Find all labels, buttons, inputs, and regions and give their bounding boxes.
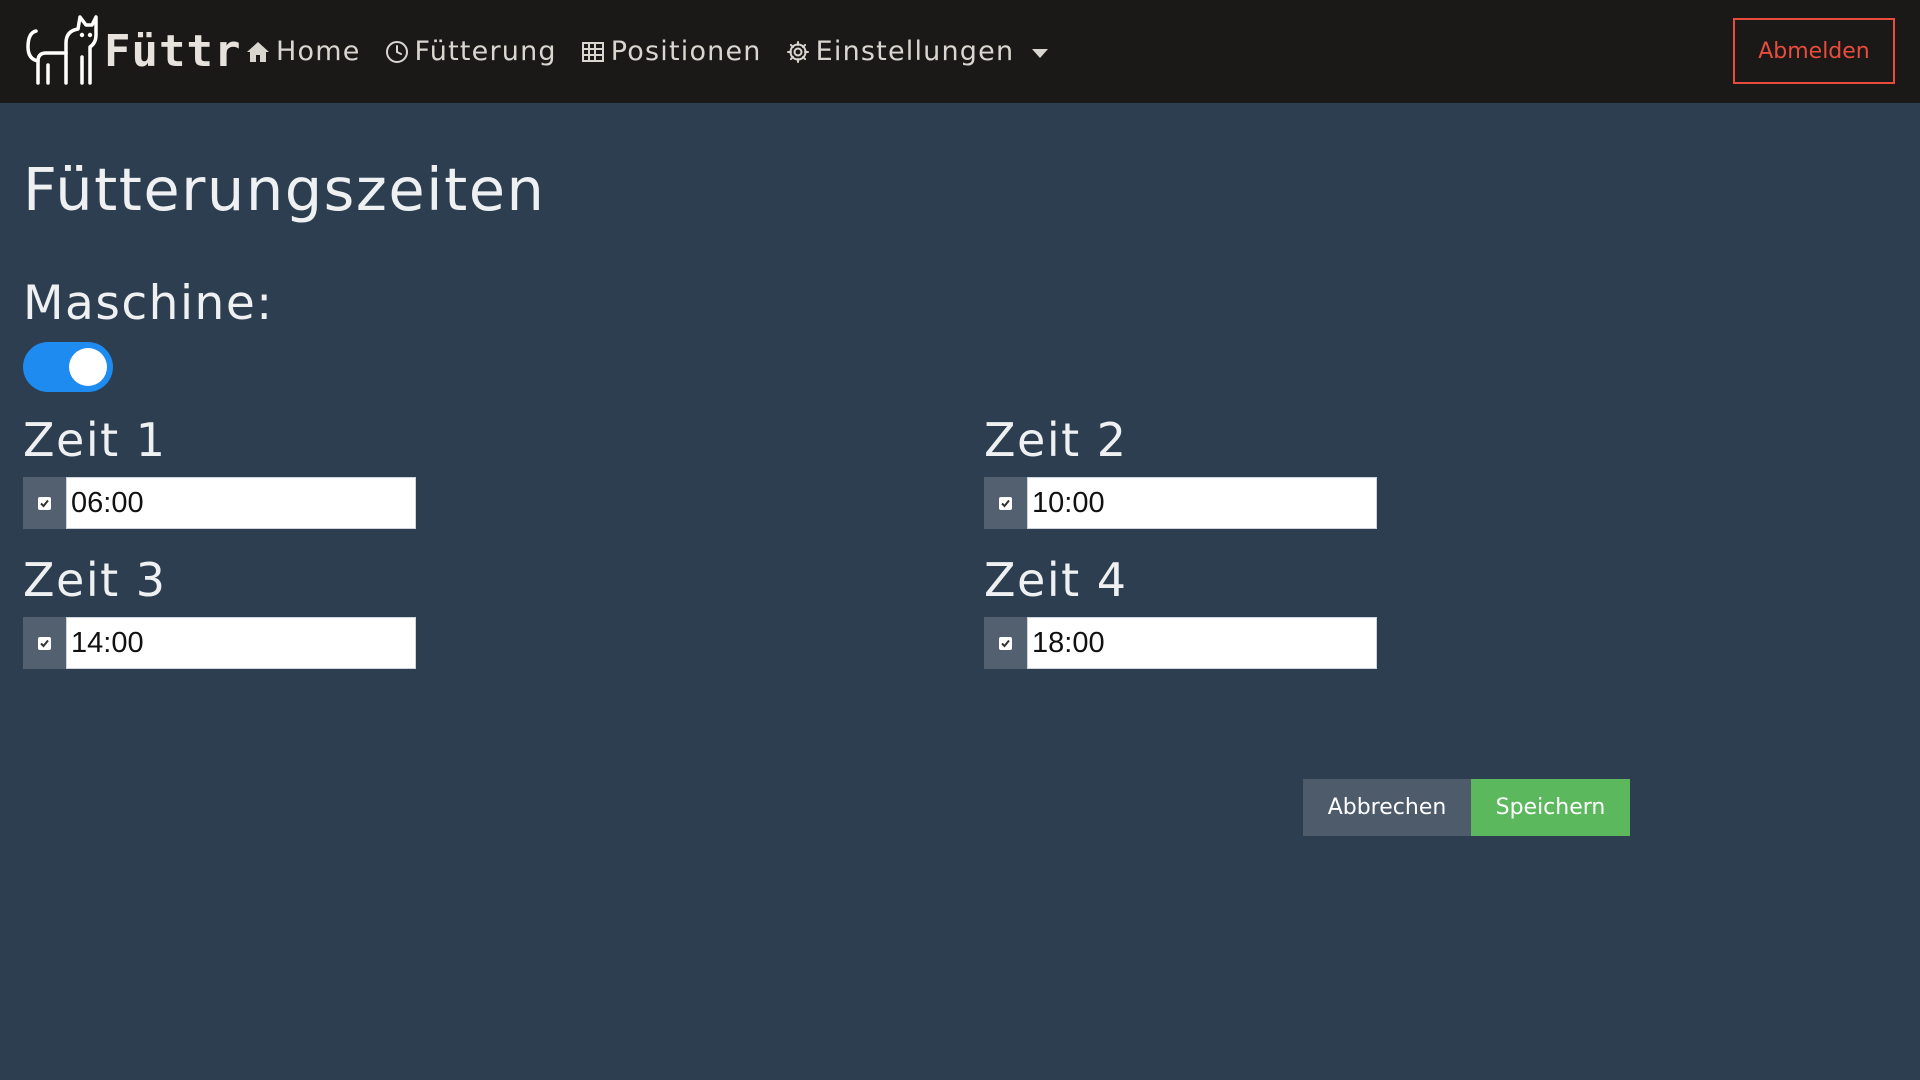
nav-home[interactable]: Home [246, 36, 361, 67]
time-3-group [23, 617, 416, 669]
time-4-group [984, 617, 1377, 669]
time-4-label: Zeit 4 [984, 553, 1128, 607]
time-3-input[interactable] [66, 617, 416, 669]
time-4-checkbox[interactable] [999, 636, 1012, 650]
nav-feeding-label: Fütterung [414, 36, 557, 67]
brand-link[interactable]: Füttr [22, 12, 241, 90]
gear-icon [786, 40, 809, 63]
navbar: Füttr Home Fütterung Positionen Einstell… [0, 0, 1920, 103]
time-2-label: Zeit 2 [984, 413, 1128, 467]
time-1-checkbox-addon [23, 477, 66, 529]
nav-home-label: Home [276, 36, 361, 67]
checkmark-icon [40, 639, 49, 647]
checkmark-icon [40, 499, 49, 507]
caret-down-icon [1032, 48, 1049, 58]
clock-icon [385, 40, 408, 63]
cat-logo-icon [26, 15, 98, 85]
time-4-checkbox-addon [984, 617, 1027, 669]
time-3-checkbox-addon [23, 617, 66, 669]
cancel-button[interactable]: Abbrechen [1303, 779, 1471, 836]
home-icon [247, 41, 269, 62]
nav-positions-label: Positionen [610, 36, 762, 67]
time-2-checkbox-addon [984, 477, 1027, 529]
time-3-label: Zeit 3 [23, 553, 167, 607]
time-3-checkbox[interactable] [38, 636, 51, 650]
machine-toggle[interactable] [23, 342, 113, 392]
time-1-checkbox[interactable] [38, 496, 51, 510]
checkmark-icon [1001, 639, 1010, 647]
time-2-input[interactable] [1027, 477, 1377, 529]
save-button[interactable]: Speichern [1471, 779, 1630, 836]
nav-settings-label: Einstellungen [815, 36, 1015, 67]
grid-icon [581, 41, 604, 62]
logout-button[interactable]: Abmelden [1733, 18, 1895, 84]
checkmark-icon [1001, 499, 1010, 507]
time-2-checkbox[interactable] [999, 496, 1012, 510]
brand-name: Füttr [104, 25, 242, 77]
time-2-group [984, 477, 1377, 529]
toggle-knob [69, 348, 107, 386]
nav-positions[interactable]: Positionen [581, 36, 762, 67]
time-1-group [23, 477, 416, 529]
time-1-input[interactable] [66, 477, 416, 529]
main-nav: Home Fütterung Positionen Einstellungen [246, 0, 1072, 103]
nav-settings-dropdown[interactable]: Einstellungen [786, 36, 1049, 67]
page-title: Fütterungszeiten [23, 155, 546, 224]
machine-label: Maschine: [23, 276, 274, 331]
time-1-label: Zeit 1 [23, 413, 167, 467]
time-4-input[interactable] [1027, 617, 1377, 669]
nav-feeding[interactable]: Fütterung [385, 36, 557, 67]
